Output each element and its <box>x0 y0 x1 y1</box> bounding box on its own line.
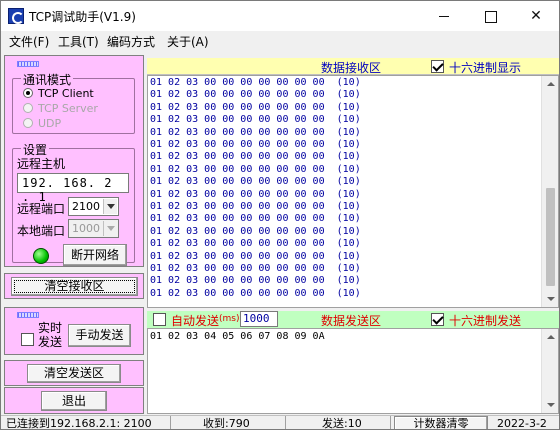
radio-label: UDP <box>38 117 62 130</box>
auto-send-unit: (ms) <box>219 314 240 324</box>
scroll-down-icon[interactable] <box>542 290 558 307</box>
close-icon: ✕ <box>530 8 542 24</box>
local-port-select: 1000 <box>68 219 119 238</box>
send-scrollbar[interactable] <box>541 329 558 413</box>
hex-display-checkbox[interactable] <box>431 60 444 73</box>
remote-port-label: 远程端口 <box>17 202 66 216</box>
receive-line: 01 02 03 00 00 00 00 00 00 00 (10) <box>150 238 361 250</box>
receive-line: 01 02 03 00 00 00 00 00 00 00 (10) <box>150 101 361 113</box>
receive-textarea[interactable]: 01 02 03 00 00 00 00 00 00 00 (10) 01 02 … <box>147 75 559 308</box>
radio-label: TCP Client <box>38 87 94 100</box>
radio-tcp-client[interactable]: TCP Client <box>23 87 94 100</box>
reset-counter-button[interactable]: 计数器清零 <box>394 416 488 429</box>
disconnect-button[interactable]: 断开网络 <box>63 244 127 266</box>
timed-send-label-line2: 发送 <box>38 335 63 349</box>
menu-file[interactable]: 文件(F) <box>9 33 49 50</box>
exit-button[interactable]: 退出 <box>41 391 107 411</box>
hex-send-checkbox[interactable] <box>431 313 444 326</box>
status-received: 收到:790 <box>171 416 286 429</box>
receive-line: 01 02 03 00 00 00 00 00 00 00 (10) <box>150 225 361 237</box>
timed-send-checkbox[interactable] <box>21 333 34 346</box>
auto-send-interval-input[interactable]: 1000 <box>240 311 278 327</box>
menu-about[interactable]: 关于(A) <box>167 33 209 50</box>
mode-legend: 通讯模式 <box>21 71 74 88</box>
menu-tools[interactable]: 工具(T) <box>58 33 99 50</box>
auto-send-checkbox[interactable] <box>153 313 166 326</box>
clear-receive-panel: 清空接收区 <box>4 273 144 299</box>
receive-line: 01 02 03 00 00 00 00 00 00 00 (10) <box>150 163 361 175</box>
receive-line: 01 02 03 00 00 00 00 00 00 00 (10) <box>150 77 361 88</box>
app-logo-icon <box>8 8 24 24</box>
panel-grip-icon[interactable] <box>17 61 39 67</box>
maximize-button[interactable] <box>467 1 513 31</box>
connection-status-led-icon <box>33 248 49 264</box>
timed-send-label-line1: 实时 <box>38 321 63 335</box>
remote-port-select[interactable]: 2100 <box>68 197 119 216</box>
send-content: 01 02 03 04 05 06 07 08 09 0A <box>150 331 325 342</box>
receive-line: 01 02 03 00 00 00 00 00 00 00 (10) <box>150 213 361 225</box>
close-button[interactable]: ✕ <box>513 1 559 31</box>
scroll-up-icon[interactable] <box>542 329 558 346</box>
local-port-value: 1000 <box>72 222 100 235</box>
receive-line: 01 02 03 00 00 00 00 00 00 00 (10) <box>150 126 361 138</box>
auto-send-label: 自动发送 <box>171 314 220 328</box>
left-panel: 通讯模式 TCP Client TCP Server UDP 设置 远程主机 1… <box>4 55 144 417</box>
receive-line: 01 02 03 00 00 00 00 00 00 00 (10) <box>150 176 361 188</box>
receive-line: 01 02 03 00 00 00 00 00 00 00 (10) <box>150 250 361 262</box>
radio-dot-icon <box>23 88 33 98</box>
title-bar: TCP调试助手(V1.9) ✕ <box>1 1 559 31</box>
clear-receive-button[interactable]: 清空接收区 <box>11 277 138 296</box>
receive-line: 01 02 03 00 00 00 00 00 00 00 (10) <box>150 287 361 299</box>
status-sent: 发送:10 <box>286 416 391 429</box>
receive-title: 数据接收区 <box>321 61 382 75</box>
status-bar: 已连接到192.168.2.1: 2100 收到:790 发送:10 计数器清零… <box>1 415 559 430</box>
local-port-label: 本地端口 <box>17 224 66 238</box>
remote-host-label: 远程主机 <box>17 157 66 171</box>
receive-header: 数据接收区 十六进制显示 <box>147 58 559 75</box>
status-connection: 已连接到192.168.2.1: 2100 <box>3 416 171 429</box>
scroll-up-icon[interactable] <box>542 76 558 93</box>
receive-line: 01 02 03 00 00 00 00 00 00 00 (10) <box>150 139 361 150</box>
status-date: 2022-3-2 <box>497 417 547 430</box>
receive-line: 01 02 03 00 00 00 00 00 00 00 (10) <box>150 151 361 163</box>
radio-tcp-server: TCP Server <box>23 102 98 115</box>
send-textarea[interactable]: 01 02 03 04 05 06 07 08 09 0A <box>147 328 559 414</box>
minimize-button[interactable] <box>421 1 467 31</box>
send-title: 数据发送区 <box>321 314 382 328</box>
mode-group: 通讯模式 TCP Client TCP Server UDP <box>12 71 135 134</box>
remote-port-value: 2100 <box>72 200 100 213</box>
radio-dot-icon <box>23 103 33 113</box>
panel-grip-icon[interactable] <box>17 312 39 318</box>
remote-host-input[interactable]: 192. 168. 2 . 1 <box>17 173 129 204</box>
exit-panel: 退出 <box>4 387 144 414</box>
send-header: 自动发送 (ms) 1000 数据发送区 十六进制发送 <box>147 311 559 328</box>
scroll-down-icon[interactable] <box>542 396 558 413</box>
window-title: TCP调试助手(V1.9) <box>29 10 136 24</box>
receive-line: 01 02 03 00 00 00 00 00 00 00 (10) <box>150 114 361 126</box>
clear-send-panel: 清空发送区 <box>4 360 144 386</box>
send-control-panel: 实时 发送 手动发送 <box>4 307 144 355</box>
menu-bar: 文件(F) 工具(T) 编码方式 关于(A) <box>1 31 559 51</box>
radio-udp: UDP <box>23 117 61 130</box>
settings-panel: 通讯模式 TCP Client TCP Server UDP 设置 远程主机 1… <box>4 55 144 267</box>
scroll-thumb[interactable] <box>546 188 555 286</box>
radio-dot-icon <box>23 118 33 128</box>
manual-send-button[interactable]: 手动发送 <box>68 324 131 347</box>
clear-send-button[interactable]: 清空发送区 <box>27 364 121 383</box>
receive-line: 01 02 03 00 00 00 00 00 00 00 (10) <box>150 275 361 287</box>
radio-label: TCP Server <box>38 102 98 115</box>
chevron-down-icon[interactable] <box>103 199 117 214</box>
menu-encoding[interactable]: 编码方式 <box>107 33 155 50</box>
receive-line: 01 02 03 00 00 00 00 00 00 00 (10) <box>150 89 361 101</box>
hex-send-label: 十六进制发送 <box>449 314 522 328</box>
hex-display-label: 十六进制显示 <box>449 61 522 75</box>
receive-line: 01 02 03 00 00 00 00 00 00 00 (10) <box>150 201 361 212</box>
receive-scrollbar[interactable] <box>541 76 558 307</box>
chevron-down-icon <box>103 221 117 236</box>
receive-line: 01 02 03 00 00 00 00 00 00 00 (10) <box>150 263 361 274</box>
app-window: TCP调试助手(V1.9) ✕ 文件(F) 工具(T) 编码方式 关于(A) 通… <box>0 0 560 430</box>
receive-line: 01 02 03 00 00 00 00 00 00 00 (10) <box>150 188 361 200</box>
